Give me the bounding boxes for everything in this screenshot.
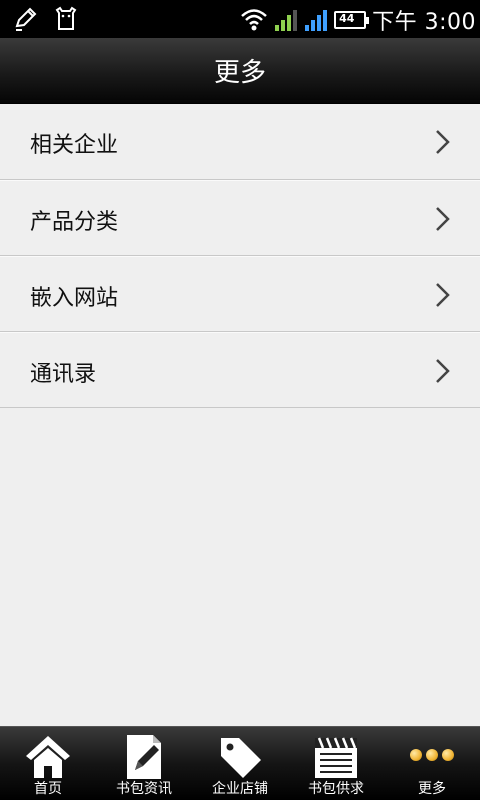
signal-blue-icon bbox=[305, 10, 328, 31]
more-dots-icon bbox=[410, 749, 454, 761]
signal-green-icon bbox=[275, 10, 298, 31]
list-item-label: 通讯录 bbox=[30, 362, 97, 387]
tab-shops[interactable]: 企业店铺 bbox=[192, 727, 288, 800]
chevron-right-icon bbox=[436, 283, 450, 307]
tab-news[interactable]: 书包资讯 bbox=[96, 727, 192, 800]
list-item-label: 嵌入网站 bbox=[30, 286, 119, 311]
tag-icon bbox=[221, 738, 261, 778]
tab-label: 首页 bbox=[34, 781, 62, 797]
list-item-label: 产品分类 bbox=[30, 210, 119, 235]
status-bar: 44 下午 3:00 bbox=[0, 0, 480, 38]
tab-supply-demand[interactable]: 书包供求 bbox=[288, 727, 384, 800]
battery-icon: 44 bbox=[334, 11, 370, 29]
tab-label: 更多 bbox=[418, 781, 446, 797]
page-title: 更多 bbox=[213, 58, 266, 88]
list-item-contacts[interactable]: 通讯录 bbox=[0, 332, 480, 408]
chevron-right-icon bbox=[436, 130, 450, 154]
status-left bbox=[12, 5, 80, 33]
title-bar: 更多 bbox=[0, 38, 480, 104]
list-item-embedded-website[interactable]: 嵌入网站 bbox=[0, 256, 480, 332]
list-item-label: 相关企业 bbox=[30, 133, 119, 158]
wifi-icon bbox=[241, 9, 267, 31]
menu-list: 相关企业 产品分类 嵌入网站 通讯录 bbox=[0, 104, 480, 408]
chevron-right-icon bbox=[436, 359, 450, 383]
battery-level: 44 bbox=[339, 12, 355, 25]
home-icon bbox=[26, 736, 70, 778]
tab-label: 书包资讯 bbox=[116, 781, 172, 797]
document-pencil-icon bbox=[127, 735, 161, 779]
status-right: 44 下午 3:00 bbox=[240, 4, 476, 36]
list-item-related-companies[interactable]: 相关企业 bbox=[0, 104, 480, 180]
chevron-right-icon bbox=[436, 207, 450, 231]
tab-home[interactable]: 首页 bbox=[0, 727, 96, 800]
tab-more[interactable]: 更多 bbox=[384, 727, 480, 800]
pencil-notification-icon bbox=[15, 7, 37, 31]
bottom-tab-bar: 首页 书包资讯 企业店铺 书包供求 更多 bbox=[0, 726, 480, 800]
clock: 下午 3:00 bbox=[372, 10, 476, 35]
bear-notification-icon bbox=[55, 6, 77, 30]
tab-label: 企业店铺 bbox=[212, 781, 268, 797]
tab-label: 书包供求 bbox=[308, 781, 364, 797]
list-item-product-categories[interactable]: 产品分类 bbox=[0, 180, 480, 256]
clapperboard-icon bbox=[315, 737, 357, 778]
